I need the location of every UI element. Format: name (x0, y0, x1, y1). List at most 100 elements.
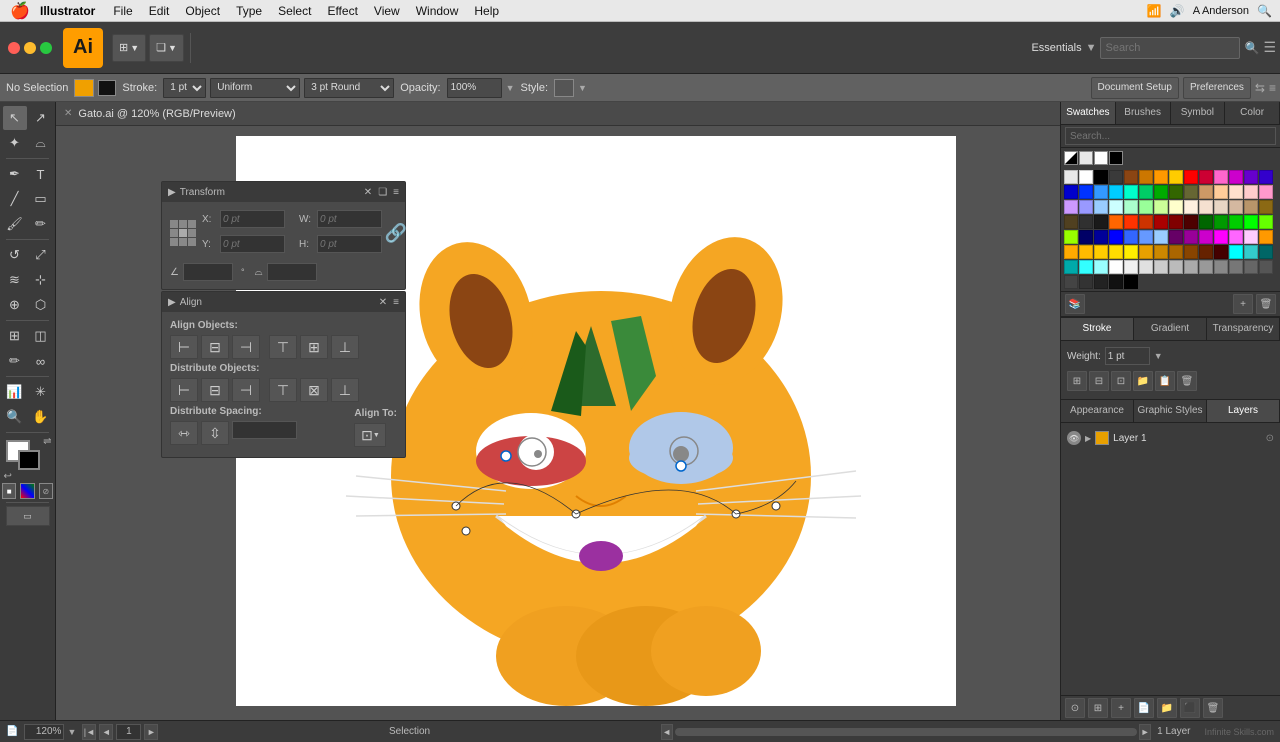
swatch-color-80[interactable] (1214, 245, 1228, 259)
swatch-color-94[interactable] (1214, 260, 1228, 274)
align-center-h-btn[interactable]: ⊟ (201, 335, 229, 359)
swatch-color-47[interactable] (1139, 215, 1153, 229)
menu-panel-icon[interactable]: ☰ (1263, 39, 1276, 56)
dist-spacing-h-btn[interactable]: ⇿ (170, 421, 198, 445)
swatch-color-18[interactable] (1124, 185, 1138, 199)
swatch-color-13[interactable] (1259, 170, 1273, 184)
swatch-registration[interactable] (1079, 151, 1093, 165)
arrange-btn[interactable]: ❏ ▼ (149, 34, 184, 62)
swatch-color-48[interactable] (1154, 215, 1168, 229)
y-input[interactable] (220, 235, 285, 253)
swatch-color-43[interactable] (1079, 215, 1093, 229)
swatch-color-101[interactable] (1109, 275, 1123, 289)
swatch-color-5[interactable] (1139, 170, 1153, 184)
swatch-color-39[interactable] (1229, 200, 1243, 214)
swatch-color-1[interactable] (1079, 170, 1093, 184)
reference-point-grid[interactable] (170, 220, 196, 248)
swatch-color-65[interactable] (1199, 230, 1213, 244)
swatch-color-91[interactable] (1169, 260, 1183, 274)
layer-1-expand[interactable]: ▶ (1085, 434, 1091, 443)
scale-tool[interactable]: ⤢ (29, 243, 53, 267)
align-right-btn[interactable]: ⊣ (232, 335, 260, 359)
dist-bottom-btn[interactable]: ⊥ (331, 378, 359, 402)
stroke-arrange-icon-6[interactable]: 🗑 (1177, 371, 1197, 391)
selection-tool[interactable]: ↖ (3, 106, 27, 130)
swatch-color-61[interactable] (1139, 230, 1153, 244)
fill-swatch[interactable] (74, 79, 94, 97)
tab-stroke[interactable]: Stroke (1061, 318, 1134, 340)
template-btn[interactable]: ⬛ (1180, 698, 1200, 718)
align-panel-menu[interactable]: ≡ (393, 297, 399, 308)
tab-layers[interactable]: Layers (1207, 400, 1280, 422)
minimize-window-btn[interactable] (24, 42, 36, 54)
menu-window[interactable]: Window (408, 4, 467, 18)
ref-point-bl[interactable] (170, 238, 178, 246)
stroke-style-select[interactable]: Uniform (210, 78, 300, 98)
reset-colors-btn[interactable]: ↩ (4, 471, 12, 482)
stroke-arrange-icon-3[interactable]: ⊡ (1111, 371, 1131, 391)
swatch-color-98[interactable] (1064, 275, 1078, 289)
tab-brushes[interactable]: Brushes (1116, 102, 1171, 124)
swatch-color-56[interactable] (1064, 230, 1078, 244)
swatch-color-69[interactable] (1259, 230, 1273, 244)
first-page-btn[interactable]: |◄ (82, 724, 96, 740)
constrain-proportions-btn[interactable]: 🔗 (388, 223, 404, 244)
free-transform-tool[interactable]: ⊹ (29, 268, 53, 292)
ref-point-br[interactable] (188, 238, 196, 246)
swatch-white[interactable] (1094, 151, 1108, 165)
stroke-swatch[interactable] (98, 80, 116, 96)
swatch-color-19[interactable] (1139, 185, 1153, 199)
swatch-color-88[interactable] (1124, 260, 1138, 274)
swatch-color-3[interactable] (1109, 170, 1123, 184)
swatch-color-21[interactable] (1169, 185, 1183, 199)
stroke-arrange-icon-4[interactable]: 📁 (1133, 371, 1153, 391)
move-to-layer-btn[interactable]: 📁 (1157, 698, 1177, 718)
swatch-color-29[interactable] (1079, 200, 1093, 214)
swatch-color-34[interactable] (1154, 200, 1168, 214)
swatch-color-10[interactable] (1214, 170, 1228, 184)
swatch-color-63[interactable] (1169, 230, 1183, 244)
swatch-color-64[interactable] (1184, 230, 1198, 244)
none-mode-btn[interactable]: ⊘ (39, 483, 53, 499)
shear-input[interactable] (267, 263, 317, 281)
swatch-color-85[interactable] (1079, 260, 1093, 274)
apple-menu[interactable]: 🍎 (0, 1, 40, 21)
swatch-color-89[interactable] (1139, 260, 1153, 274)
swatch-color-33[interactable] (1139, 200, 1153, 214)
swatch-color-62[interactable] (1154, 230, 1168, 244)
swatch-color-102[interactable] (1124, 275, 1138, 289)
swatch-color-26[interactable] (1244, 185, 1258, 199)
swatch-color-78[interactable] (1184, 245, 1198, 259)
swap-colors-btn[interactable]: ⇌ (43, 436, 51, 447)
menu-effect[interactable]: Effect (319, 4, 365, 18)
hand-tool[interactable]: ✋ (29, 405, 53, 429)
h-input[interactable] (317, 235, 382, 253)
new-layer-btn[interactable]: 📄 (1134, 698, 1154, 718)
document-profile-btn[interactable]: ⊞ ▼ (112, 34, 146, 62)
extra-icon-2[interactable]: ≡ (1269, 81, 1276, 95)
pen-tool[interactable]: ✒ (3, 162, 27, 186)
swatch-color-45[interactable] (1109, 215, 1123, 229)
swatch-color-15[interactable] (1079, 185, 1093, 199)
locate-object-btn[interactable]: ⊙ (1065, 698, 1085, 718)
swatch-color-57[interactable] (1079, 230, 1093, 244)
swatch-none[interactable] (1064, 151, 1078, 165)
swatch-color-96[interactable] (1244, 260, 1258, 274)
menu-edit[interactable]: Edit (141, 4, 178, 18)
next-page-btn[interactable]: ► (144, 724, 158, 740)
swatch-color-32[interactable] (1124, 200, 1138, 214)
swatch-color-42[interactable] (1064, 215, 1078, 229)
scroll-right-btn[interactable]: ► (1139, 724, 1151, 740)
tab-appearance[interactable]: Appearance (1061, 400, 1134, 422)
swatch-color-77[interactable] (1169, 245, 1183, 259)
eyedropper-tool[interactable]: ✏ (3, 349, 27, 373)
dist-spacing-input[interactable] (232, 421, 297, 439)
warp-tool[interactable]: ≋ (3, 268, 27, 292)
swatch-color-35[interactable] (1169, 200, 1183, 214)
menu-select[interactable]: Select (270, 4, 319, 18)
swatch-color-51[interactable] (1199, 215, 1213, 229)
stroke-arrange-icon-5[interactable]: 📋 (1155, 371, 1175, 391)
menu-type[interactable]: Type (228, 4, 270, 18)
rectangle-tool[interactable]: ▭ (29, 187, 53, 211)
rotate-tool[interactable]: ↺ (3, 243, 27, 267)
